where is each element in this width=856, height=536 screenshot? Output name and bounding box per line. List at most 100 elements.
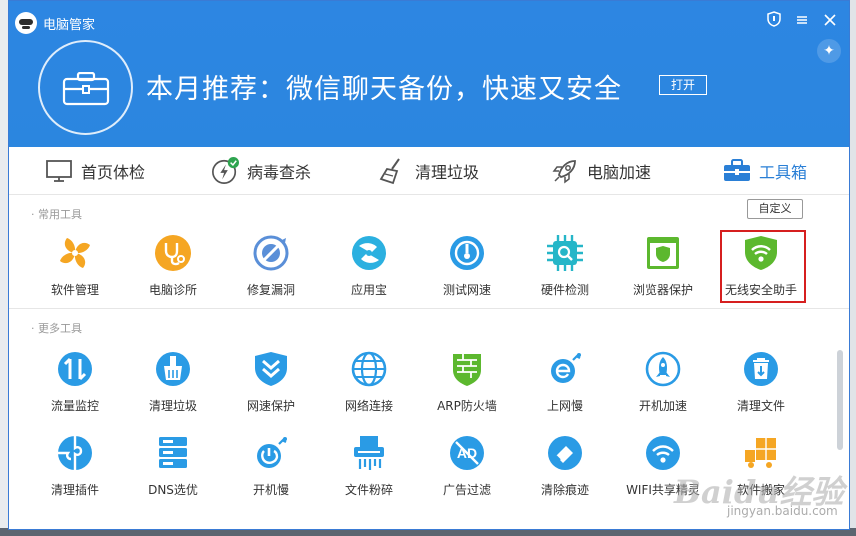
promo-headline: 本月推荐：微信聊天备份，快速又安全 xyxy=(146,74,622,105)
tab-label: 工具箱 xyxy=(759,163,808,182)
sparkle-icon[interactable]: ✦ xyxy=(817,39,841,63)
fan-icon xyxy=(55,233,95,273)
tool-app-store[interactable]: 应用宝 xyxy=(324,233,414,298)
tool-label: 应用宝 xyxy=(350,283,387,297)
tool-pc-clinic[interactable]: 电脑诊所 xyxy=(128,233,218,298)
tab-label: 电脑加速 xyxy=(587,163,652,182)
rocket-icon xyxy=(551,157,579,185)
tool-clean-junk[interactable]: 清理垃圾 xyxy=(128,349,218,414)
tool-arp-firewall[interactable]: ARP防火墙 xyxy=(422,349,512,414)
tool-label: 软件管理 xyxy=(50,283,99,297)
globe-icon xyxy=(349,349,389,389)
tool-label: 开机慢 xyxy=(252,483,289,497)
tool-label: 测试网速 xyxy=(442,283,491,297)
ie-icon xyxy=(545,349,585,389)
tool-network-connection[interactable]: 网络连接 xyxy=(324,349,414,414)
tool-speed-test[interactable]: 测试网速 xyxy=(422,233,512,298)
app-window: 电脑管家 ✦ 本月推荐：微信聊天备份，快速又安全 打开 首页体检 病毒查杀 清理… xyxy=(8,0,850,530)
tool-fix-vulnerability[interactable]: 修复漏洞 xyxy=(226,233,316,298)
tool-browser-protection[interactable]: 浏览器保护 xyxy=(618,233,708,298)
desktop-background-left xyxy=(0,0,8,536)
window-controls xyxy=(763,11,841,33)
tab-toolbox[interactable]: 工具箱 xyxy=(723,147,807,195)
speed-shield-icon xyxy=(251,349,291,389)
customize-button[interactable]: 自定义 xyxy=(747,199,803,219)
header: 电脑管家 ✦ 本月推荐：微信聊天备份，快速又安全 打开 xyxy=(9,1,849,147)
firewall-icon xyxy=(447,349,487,389)
traffic-icon xyxy=(55,349,95,389)
stethoscope-icon xyxy=(153,233,193,273)
watermark-url: jingyan.baidu.com xyxy=(727,504,838,518)
toolbox-icon xyxy=(723,157,751,185)
tool-label: 清理文件 xyxy=(736,399,785,413)
app-logo-icon xyxy=(15,12,37,34)
ad-block-icon: AD xyxy=(447,433,487,473)
tool-label: 浏览器保护 xyxy=(632,283,693,297)
tool-label: 网速保护 xyxy=(246,399,295,413)
server-icon xyxy=(153,433,193,473)
tab-virus-scan[interactable]: 病毒查杀 xyxy=(211,147,311,195)
tool-clean-plugins[interactable]: 清理插件 xyxy=(30,433,120,498)
browser-shield-icon xyxy=(643,233,683,273)
tool-software-manager[interactable]: 软件管理 xyxy=(30,233,120,298)
tool-label: ARP防火墙 xyxy=(437,399,497,413)
tool-label: 网络连接 xyxy=(344,399,393,413)
tool-label: 修复漏洞 xyxy=(246,283,295,297)
titlebar: 电脑管家 xyxy=(9,1,849,41)
tool-label: 硬件检测 xyxy=(540,283,589,297)
tab-label: 首页体检 xyxy=(81,163,146,182)
selection-highlight-box xyxy=(720,230,806,303)
lightning-icon xyxy=(211,157,239,185)
puzzle-icon xyxy=(55,433,95,473)
tool-file-shredder[interactable]: 文件粉碎 xyxy=(324,433,414,498)
tab-speed-up[interactable]: 电脑加速 xyxy=(551,147,651,195)
tool-label: 清理垃圾 xyxy=(148,399,197,413)
chip-icon xyxy=(545,233,585,273)
tab-label: 清理垃圾 xyxy=(415,163,480,182)
shield-icon[interactable] xyxy=(763,11,785,33)
boot-rocket-icon xyxy=(643,349,683,389)
section-label-common: · 常用工具 xyxy=(31,208,82,221)
monitor-icon xyxy=(45,157,73,185)
speedtest-icon xyxy=(447,233,487,273)
minimize-icon[interactable] xyxy=(791,11,813,33)
section-label-more: · 更多工具 xyxy=(31,322,82,335)
broom-icon xyxy=(379,157,407,185)
tool-label: 开机加速 xyxy=(638,399,687,413)
tool-label: 流量监控 xyxy=(50,399,99,413)
trash-icon xyxy=(741,349,781,389)
shredder-icon xyxy=(349,433,389,473)
tool-clear-traces[interactable]: 清除痕迹 xyxy=(520,433,610,498)
tool-label: 广告过滤 xyxy=(442,483,491,497)
main-tabs: 首页体检 病毒查杀 清理垃圾 电脑加速 工具箱 xyxy=(9,147,849,195)
repair-icon xyxy=(251,233,291,273)
promo-open-button[interactable]: 打开 xyxy=(659,75,707,95)
tool-label: 清除痕迹 xyxy=(540,483,589,497)
tool-boot-speedup[interactable]: 开机加速 xyxy=(618,349,708,414)
tool-label: 上网慢 xyxy=(546,399,583,413)
tool-label: 文件粉碎 xyxy=(344,483,393,497)
tool-slow-internet[interactable]: 上网慢 xyxy=(520,349,610,414)
toolbox-icon xyxy=(62,72,110,106)
promo-circle xyxy=(38,40,133,135)
tool-hardware-check[interactable]: 硬件检测 xyxy=(520,233,610,298)
section-divider xyxy=(9,308,849,309)
appstore-icon xyxy=(349,233,389,273)
tool-dns-optimize[interactable]: DNS选优 xyxy=(128,433,218,498)
tab-home-checkup[interactable]: 首页体检 xyxy=(45,147,145,195)
desktop-background-right xyxy=(850,0,856,536)
tab-label: 病毒查杀 xyxy=(247,163,312,182)
tool-traffic-monitor[interactable]: 流量监控 xyxy=(30,349,120,414)
tool-label: 清理插件 xyxy=(50,483,99,497)
vertical-scrollbar[interactable] xyxy=(837,350,843,450)
tool-ad-filter[interactable]: AD 广告过滤 xyxy=(422,433,512,498)
tab-clean-junk[interactable]: 清理垃圾 xyxy=(379,147,479,195)
broom-icon xyxy=(153,349,193,389)
app-title: 电脑管家 xyxy=(43,18,96,33)
tool-slow-boot[interactable]: 开机慢 xyxy=(226,433,316,498)
eraser-icon xyxy=(545,433,585,473)
tool-clean-files[interactable]: 清理文件 xyxy=(716,349,806,414)
tool-label: DNS选优 xyxy=(148,483,198,497)
tool-speed-protection[interactable]: 网速保护 xyxy=(226,349,316,414)
close-icon[interactable] xyxy=(819,11,841,33)
